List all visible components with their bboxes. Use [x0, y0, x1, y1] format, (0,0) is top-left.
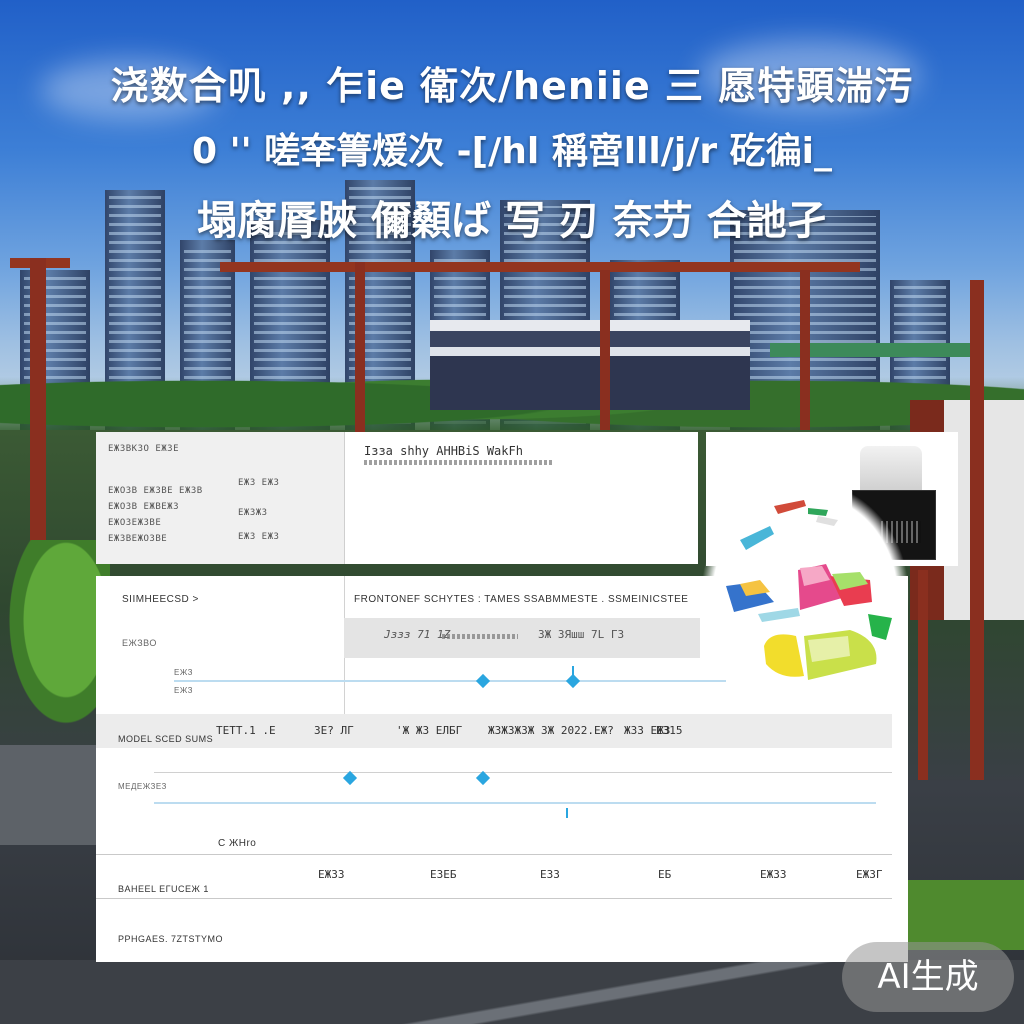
pie-slice — [816, 516, 838, 526]
panel-row: ЕЖОЗВ ЕЖВЕЖЗ — [108, 502, 180, 512]
stat-value: ЕЗЕБ — [430, 868, 457, 881]
panel-title: SIIMHEECSD > — [122, 594, 199, 605]
scribble-text — [364, 460, 554, 465]
shrub — [0, 540, 110, 740]
headline-line-3: 塌腐脣脥 儞顙ば 写 刃 奈芀 合訑孑 — [197, 198, 827, 244]
stat-cell: ЖЗЖЗЖЗЖ ЗЖ 2022.ЕЖ? — [488, 724, 614, 737]
scribble-text — [442, 634, 518, 639]
building — [430, 320, 750, 410]
panel-subtitle: ЕЖЗВО — [122, 638, 157, 648]
headline-line-2: 0 '' 嗟羍箐煖次 -[/hl 稱啻lll/j/r 矻徧i_ — [191, 131, 833, 172]
panel-row: ЕЖЗ ЕЖЗ — [238, 532, 280, 542]
panel-row: ЕЖОЗВ ЕЖЗВЕ ЕЖЗВ — [108, 486, 203, 496]
footer-label: PPHGAES. 7ZTSTYMO — [118, 934, 224, 944]
steel-post — [970, 280, 984, 780]
footer-label: BAНЕEL ЕГUCЕЖ 1 — [118, 884, 209, 894]
band-value: Jззз 71 1Z — [384, 628, 451, 641]
row-label: ЕЖЗ — [174, 668, 193, 677]
pie-slice — [764, 634, 804, 677]
stat-value: ЕЖ3З — [318, 868, 345, 881]
stats-band — [726, 714, 892, 748]
stat-cell: ЕЗ15 — [656, 724, 683, 737]
headline-line-1: 浇数合叽 ,, 乍ie 衛次/heniie 三 愿特顕湍汚 — [110, 64, 914, 108]
timeline-marker — [342, 770, 358, 786]
panel-row: ЕЖЗЖЗ — [238, 508, 268, 518]
table-header: FRONTONEF SCHYTES : TAMES SSABMMESTE . S… — [354, 594, 689, 605]
steel-post — [918, 570, 928, 780]
pie-slice — [868, 614, 892, 640]
data-panel: SIIMHEECSD > ЕЖЗВО FRONTONEF SCHYTES : T… — [96, 576, 726, 962]
band-value: ЗЖ ЗЯшш 7L ГЗ — [538, 628, 625, 641]
timeline-marker — [475, 770, 491, 786]
grid-line — [726, 772, 892, 773]
timeline-marker — [566, 808, 568, 818]
timeline-marker — [565, 673, 581, 689]
steel-post — [30, 258, 46, 578]
steel-post — [355, 262, 365, 432]
pie-chart-graphic — [726, 500, 892, 680]
stat-value: ЕЖЗГ — [856, 868, 883, 881]
pie-slice — [758, 608, 800, 622]
pie-slice — [740, 526, 774, 550]
panel-row: ЕЖЗВЕЖОЗВЕ — [108, 534, 168, 544]
steel-post — [600, 270, 610, 430]
info-panel-top: ЕЖЗВКЗО ЕЖЗЕ ЕЖОЗВ ЕЖЗВЕ ЕЖЗВ ЕЖОЗВ ЕЖВЕ… — [96, 432, 698, 564]
stat-cell: 'Ж ЖЗ ЕЛБГ — [396, 724, 463, 737]
divider — [344, 432, 345, 564]
pie-slice — [774, 500, 806, 514]
stat-value: ЕЗЗ — [540, 868, 560, 881]
pie-slice — [808, 508, 828, 516]
row-label: ЕЖЗ — [174, 686, 193, 695]
steel-post — [800, 270, 810, 430]
ai-generated-badge: AI生成 — [842, 942, 1014, 1012]
timeline-track — [726, 802, 876, 804]
road — [0, 745, 110, 845]
stat-cell: TЕТТ.1 .Е — [216, 724, 276, 737]
grid-line — [726, 898, 892, 899]
stats-band-label: MODEL SCED SUMS — [118, 734, 214, 744]
steel-beam — [220, 262, 860, 272]
timeline-track — [154, 802, 726, 804]
grid-line — [154, 772, 726, 773]
lawn — [905, 880, 1024, 950]
grid-line — [96, 898, 726, 899]
row-label: МЕДЕЖЗЕЗ — [118, 782, 167, 791]
panel-row: ЕЖОЗЕЖЗВЕ — [108, 518, 162, 528]
timeline-track — [174, 680, 726, 682]
headline: 浇数合叽 ,, 乍ie 衛次/heniie 三 愿特顕湍汚 0 '' 嗟羍箐煖次… — [0, 55, 1024, 246]
stat-value: ЕБ — [658, 868, 672, 881]
stat-value: ЕЖЗЗ — [760, 868, 787, 881]
grid-line — [726, 854, 892, 855]
cell-label: C ЖНro — [218, 838, 257, 849]
panel-left-title: ЕЖЗВКЗО ЕЖЗЕ — [108, 444, 180, 454]
timeline-marker — [475, 673, 491, 689]
panel-row: ЕЖЗ ЕЖЗ — [238, 478, 280, 488]
panel-right-title: Iзза shhy AHHBiS WakFh — [364, 444, 523, 458]
pie-chart-illustration — [700, 480, 910, 710]
stat-cell: ЗЕ? ЛГ — [314, 724, 354, 737]
grid-line — [96, 854, 726, 855]
